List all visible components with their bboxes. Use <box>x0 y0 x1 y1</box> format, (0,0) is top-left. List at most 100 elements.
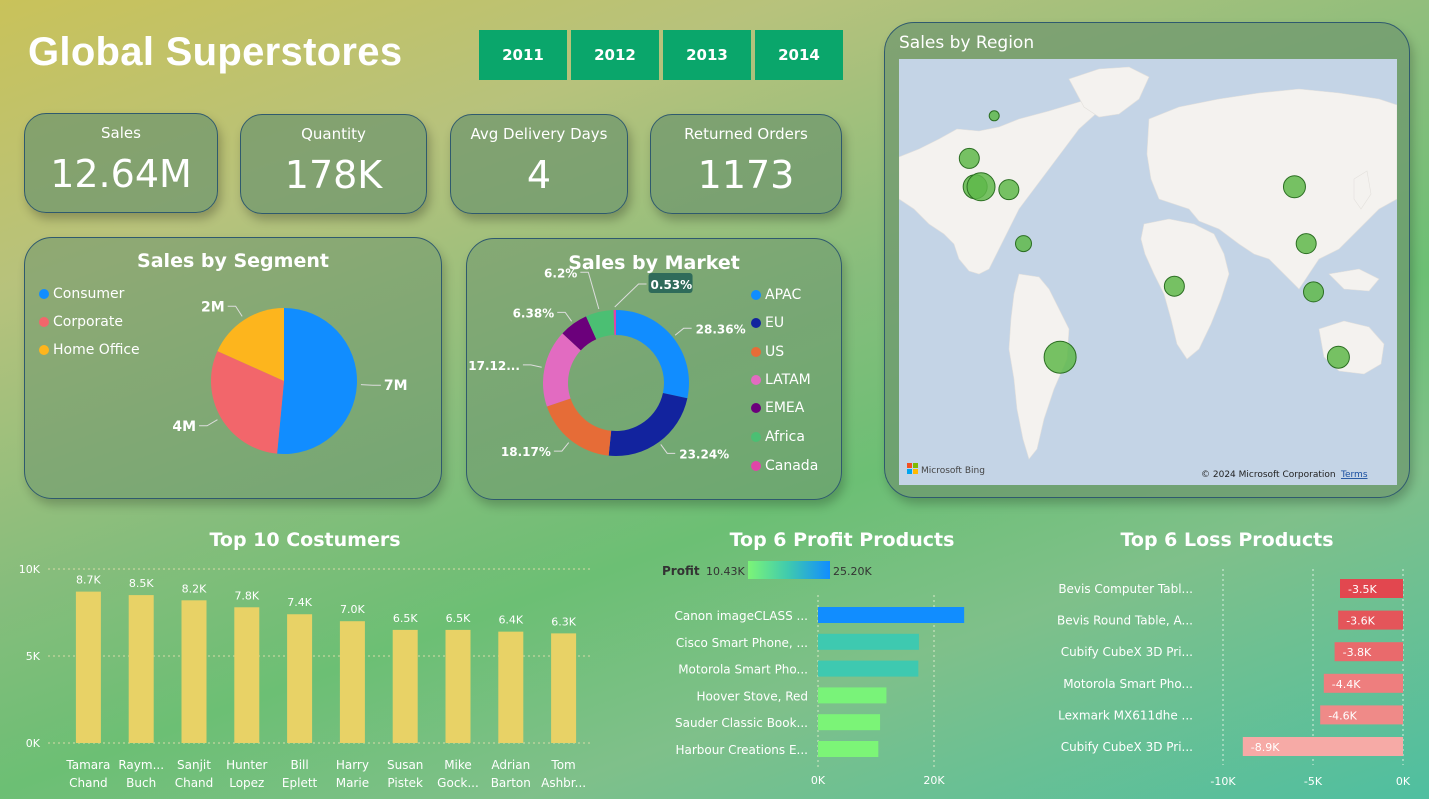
x-tick-label: Bill <box>290 758 308 772</box>
data-label: 6.38% <box>513 306 555 320</box>
data-label: 8.2K <box>182 582 207 595</box>
bar <box>551 633 577 743</box>
x-tick-label: -5K <box>1304 775 1323 788</box>
bar <box>234 607 260 743</box>
bar <box>818 660 919 677</box>
market-donut-chart: 28.36% 23.24% 18.17% 17.12... 6.38% 6.2% 0.53% <box>468 266 745 461</box>
x-tick-label: 0K <box>1396 775 1411 788</box>
data-label: 18.17% <box>501 445 551 459</box>
kpi-value: 1173 <box>697 153 795 197</box>
leader-line <box>557 311 573 322</box>
data-label: 6.4K <box>498 614 523 627</box>
data-label: -4.4K <box>1332 678 1361 691</box>
y-tick-label: 0K <box>26 737 41 750</box>
leader-line <box>614 283 647 308</box>
x-tick-label: Lopez <box>229 776 264 790</box>
bar <box>392 629 418 743</box>
x-tick-label: Chand <box>69 776 108 790</box>
customers-title: Top 10 Costumers <box>209 529 401 551</box>
data-label: 4M <box>172 419 196 435</box>
x-tick-label: Gock... <box>437 776 479 790</box>
map-bubble <box>1015 235 1032 253</box>
bar <box>498 631 524 743</box>
year-button-2011[interactable]: 2011 <box>479 30 567 80</box>
x-tick-label: Hunter <box>226 758 267 772</box>
data-label: 6.5K <box>393 612 418 625</box>
year-button-2012[interactable]: 2012 <box>571 30 659 80</box>
y-tick-label: Cubify CubeX 3D Pri... <box>1061 645 1193 659</box>
data-label: 6.2% <box>544 266 577 280</box>
bar <box>818 687 887 704</box>
year-button-2013[interactable]: 2013 <box>663 30 751 80</box>
pie-slice-consumer <box>277 308 358 454</box>
data-label: 2M <box>201 299 225 315</box>
x-tick-label: Eplett <box>282 776 318 790</box>
y-tick-label: Lexmark MX611dhe ... <box>1058 708 1193 722</box>
x-tick-label: Pistek <box>387 776 423 790</box>
x-tick-label: -10K <box>1210 775 1236 788</box>
top-profit-bar-chart: Profit 10.43K 25.20K 0K 20K Canon imageCLASS … <box>662 561 965 787</box>
y-tick-label: Hoover Stove, Red <box>696 689 808 703</box>
y-tick-label: Cisco Smart Phone, ... <box>676 636 808 650</box>
year-button-2014[interactable]: 2014 <box>755 30 843 80</box>
kpi-label: Returned Orders <box>684 125 808 143</box>
x-tick-label: 20K <box>923 774 945 787</box>
x-tick-label: Sanjit <box>177 758 211 772</box>
legend-max: 25.20K <box>833 565 872 578</box>
y-tick-label: Bevis Computer Tabl... <box>1058 582 1193 596</box>
y-tick-label: Bevis Round Table, A... <box>1057 614 1193 628</box>
map-bubble <box>1282 175 1306 199</box>
x-tick-label: Tamara <box>65 758 110 772</box>
bing-logo-square <box>907 463 912 468</box>
data-label: 8.7K <box>76 574 101 587</box>
map-terms-link[interactable]: Terms <box>1340 470 1368 480</box>
data-label: -3.5K <box>1348 583 1377 596</box>
map-bubble <box>1163 275 1185 297</box>
leader-line <box>580 271 600 310</box>
bar <box>818 714 881 731</box>
data-label: -8.9K <box>1251 741 1280 754</box>
panel-title: Sales by Region <box>899 33 1035 53</box>
kpi-label: Quantity <box>301 125 366 143</box>
legend-gradient-bar <box>748 561 830 579</box>
leader-line <box>553 442 570 452</box>
x-tick-label: Raym... <box>118 758 164 772</box>
world-map[interactable]: Microsoft Bing © 2024 Microsoft Corporat… <box>899 59 1397 485</box>
leader-line <box>660 444 676 454</box>
kpi-label: Avg Delivery Days <box>470 125 608 143</box>
kpi-card-sales: Sales 12.64M <box>24 113 218 213</box>
map-bubble <box>966 172 996 202</box>
bing-label: Microsoft Bing <box>921 466 985 476</box>
x-tick-label: Chand <box>175 776 214 790</box>
bar <box>818 607 965 623</box>
bar <box>445 629 471 743</box>
kpi-card-quantity: Quantity 178K <box>240 114 427 214</box>
y-tick-label: 5K <box>26 650 41 663</box>
bar <box>818 633 919 650</box>
top-loss-bar-chart: -10K -5K 0K -3.5K Bevis Computer Tabl... -3.6… <box>1057 569 1411 788</box>
y-tick-label: Motorola Smart Pho... <box>1063 677 1193 691</box>
y-tick-label: Cubify CubeX 3D Pri... <box>1061 740 1193 754</box>
data-label: -3.8K <box>1343 646 1372 659</box>
data-label: 17.12... <box>468 359 520 373</box>
x-tick-label: Adrian <box>491 758 530 772</box>
x-tick-label: Susan <box>387 758 423 772</box>
bar <box>287 614 313 743</box>
map-copyright: © 2024 Microsoft Corporation <box>1201 470 1336 480</box>
data-label: -3.6K <box>1346 615 1375 628</box>
top-customers-bar-chart: 0K 5K 10K 8.7K Tamara Chand 8.5K Raym... Buch 8.2… <box>19 563 590 790</box>
bar <box>75 591 101 743</box>
leader-line <box>227 305 243 317</box>
sales-by-region-panel: Sales by Region Microsoft Bing © 2024 Mi… <box>884 22 1410 498</box>
data-label: 7M <box>384 378 408 394</box>
data-label: 7.4K <box>287 596 312 609</box>
donut-slice-us <box>546 398 612 456</box>
map-bubble <box>1295 233 1317 255</box>
data-label: 23.24% <box>679 447 729 461</box>
y-tick-label: Motorola Smart Pho... <box>678 663 808 677</box>
leader-line <box>522 364 542 368</box>
bar <box>339 621 365 743</box>
loss-title: Top 6 Loss Products <box>1120 529 1334 551</box>
map-bubble <box>1303 281 1325 303</box>
segment-pie-chart: 7M 4M 2M <box>172 299 408 454</box>
